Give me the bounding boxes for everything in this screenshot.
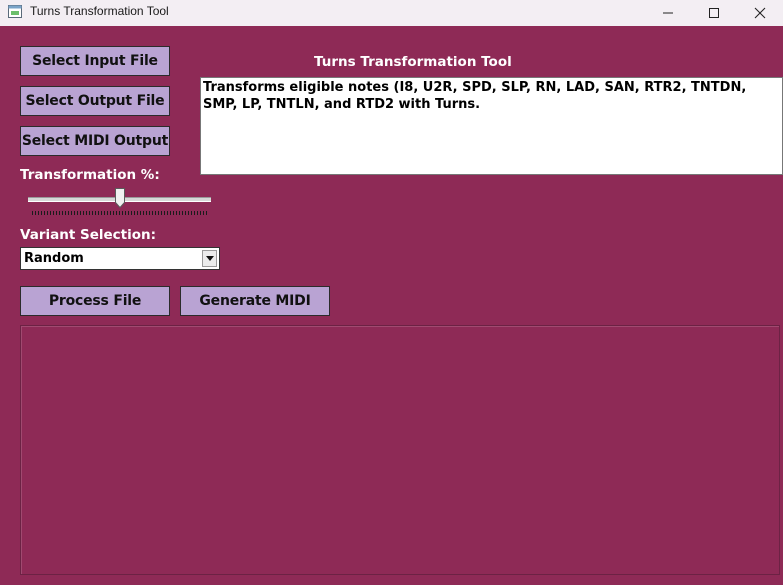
variant-select[interactable]: Random — [20, 247, 220, 270]
description-text-box[interactable]: Transforms eligible notes (I8, U2R, SPD,… — [200, 77, 783, 175]
window-title: Turns Transformation Tool — [30, 4, 169, 18]
slider-thumb[interactable] — [114, 188, 125, 208]
transformation-label: Transformation %: — [20, 167, 160, 183]
select-midi-output-button[interactable]: Select MIDI Output — [20, 126, 170, 156]
title-bar[interactable]: Turns Transformation Tool — [0, 0, 783, 26]
select-input-file-button[interactable]: Select Input File — [20, 46, 170, 76]
header-title: Turns Transformation Tool — [314, 54, 512, 70]
select-output-file-button[interactable]: Select Output File — [20, 86, 170, 116]
minimize-button[interactable] — [645, 0, 691, 26]
output-log-area[interactable] — [20, 325, 780, 575]
maximize-icon — [709, 8, 719, 18]
transformation-slider[interactable] — [20, 188, 214, 216]
close-button[interactable] — [737, 0, 783, 26]
app-window: Turns Transformation Tool Select Input F… — [0, 0, 783, 585]
process-file-button[interactable]: Process File — [20, 286, 170, 316]
chevron-down-icon — [206, 256, 214, 261]
close-icon — [754, 7, 766, 19]
app-icon — [8, 5, 22, 18]
variant-selection-label: Variant Selection: — [20, 227, 157, 243]
maximize-button[interactable] — [691, 0, 737, 26]
minimize-icon — [663, 12, 673, 14]
generate-midi-button[interactable]: Generate MIDI — [180, 286, 330, 316]
dropdown-arrow-button[interactable] — [202, 250, 217, 267]
slider-ticks — [32, 211, 207, 215]
variant-selected-value: Random — [24, 251, 84, 266]
